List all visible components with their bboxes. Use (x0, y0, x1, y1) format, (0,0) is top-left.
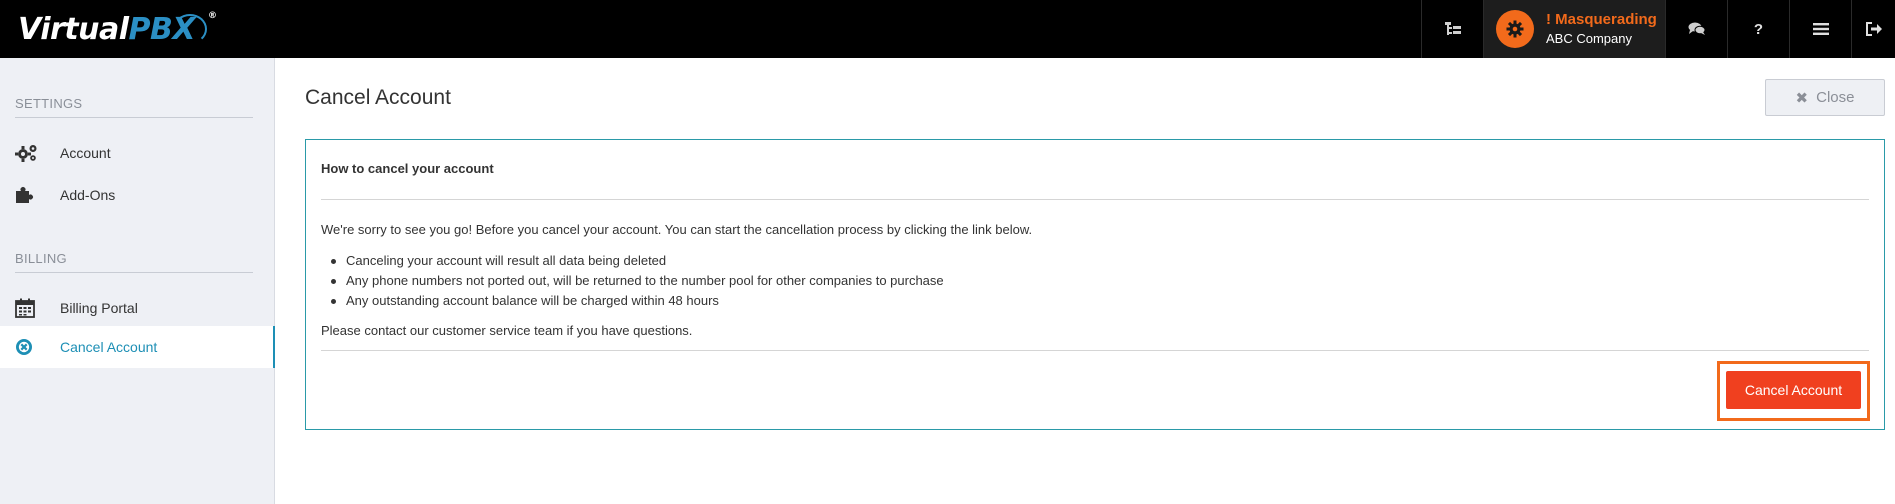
masquerade-gear-badge (1496, 10, 1534, 48)
logo-registered-mark: ® (207, 11, 217, 21)
sidebar-item-add-ons[interactable]: Add-Ons (0, 174, 275, 216)
top-bar: Virtual PBX ® ! Masquerading ABC Company… (0, 0, 1895, 58)
close-icon: ✖ (1795, 89, 1809, 107)
list-item: Any phone numbers not ported out, will b… (331, 271, 944, 291)
logo-text-virtual: Virtual (18, 12, 129, 47)
cancel-account-button[interactable]: Cancel Account (1726, 371, 1861, 409)
sidebar-item-billing-portal[interactable]: Billing Portal (0, 287, 275, 329)
logout-icon (1865, 22, 1882, 36)
sidebar-item-account-label: Account (60, 145, 111, 161)
calendar-icon (0, 298, 60, 318)
virtualpbx-logo[interactable]: Virtual PBX ® (18, 10, 217, 50)
masquerade-indicator[interactable]: ! Masquerading ABC Company (1483, 0, 1665, 58)
panel-divider-bottom (321, 350, 1869, 351)
logout-button[interactable] (1851, 0, 1895, 58)
cancellation-consequences-list: Canceling your account will result all d… (331, 251, 944, 311)
help-icon: ? (1753, 20, 1764, 38)
sidebar-section-settings: SETTINGS (15, 96, 253, 118)
masquerade-text: ! Masquerading ABC Company (1546, 10, 1657, 49)
sidebar-item-billing-portal-label: Billing Portal (60, 300, 138, 316)
panel-divider-top (321, 199, 1869, 200)
org-chart-button[interactable] (1421, 0, 1483, 58)
page-title: Cancel Account (305, 86, 451, 109)
panel-heading: How to cancel your account (321, 161, 494, 176)
sidebar-item-add-ons-label: Add-Ons (60, 187, 116, 203)
sidebar-item-account[interactable]: Account (0, 132, 275, 174)
cancel-circle-icon (0, 338, 60, 356)
masquerade-company: ABC Company (1546, 30, 1632, 46)
sidebar-section-billing: BILLING (15, 251, 253, 273)
menu-icon (1812, 23, 1829, 35)
gear-icon (1506, 20, 1524, 38)
panel-intro-text: We're sorry to see you go! Before you ca… (321, 222, 1033, 237)
close-button-label: Close (1816, 89, 1855, 106)
puzzle-icon (0, 186, 60, 204)
chat-icon (1688, 22, 1705, 35)
menu-button[interactable] (1789, 0, 1851, 58)
sidebar-item-cancel-account-label: Cancel Account (60, 339, 158, 355)
list-item: Canceling your account will result all d… (331, 251, 944, 271)
org-chart-icon (1444, 22, 1461, 35)
masquerade-title: ! Masquerading (1546, 10, 1657, 28)
top-nav: ! Masquerading ABC Company ? (1421, 0, 1895, 58)
list-item: Any outstanding account balance will be … (331, 291, 944, 311)
logo-swoosh-icon (172, 14, 207, 44)
sidebar: SETTINGS Account Add-Ons BILLING Billing… (0, 58, 275, 504)
help-button[interactable]: ? (1727, 0, 1789, 58)
chat-button[interactable] (1665, 0, 1727, 58)
gears-icon (0, 144, 60, 162)
close-button[interactable]: ✖ Close (1765, 79, 1885, 116)
contact-support-text: Please contact our customer service team… (321, 323, 693, 338)
sidebar-item-cancel-account[interactable]: Cancel Account (0, 326, 275, 368)
cancel-account-panel: How to cancel your account We're sorry t… (305, 139, 1885, 430)
